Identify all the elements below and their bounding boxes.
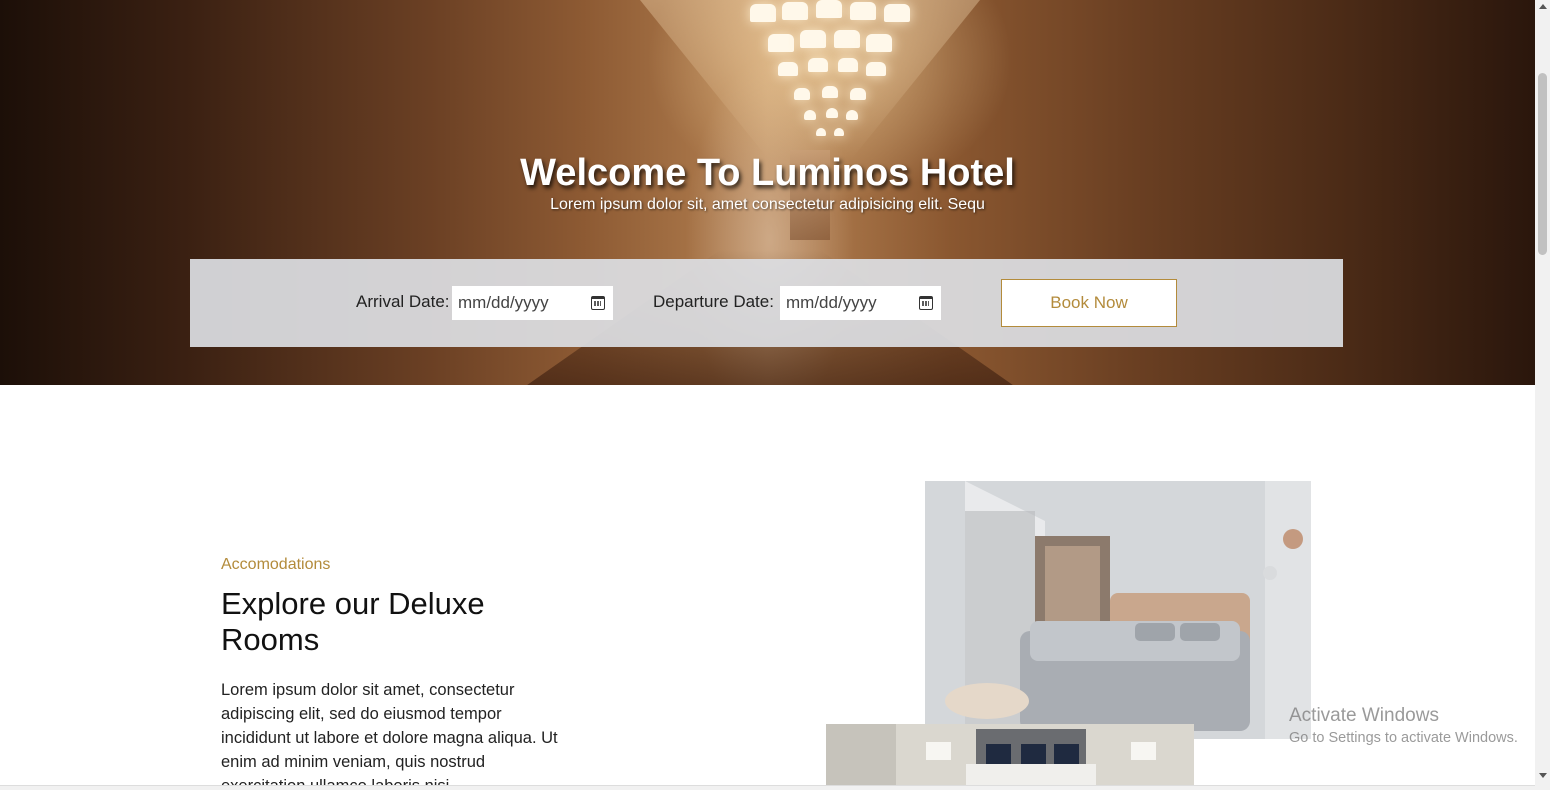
scroll-up-icon[interactable] <box>1539 4 1547 9</box>
departure-date-placeholder: mm/dd/yyyy <box>786 293 877 312</box>
arrival-date-input[interactable]: mm/dd/yyyy <box>452 286 613 320</box>
departure-date-input[interactable]: mm/dd/yyyy <box>780 286 941 320</box>
section-eyebrow: Accomodations <box>221 556 331 573</box>
chandelier-image <box>750 0 910 160</box>
book-now-button[interactable]: Book Now <box>1001 279 1177 327</box>
section-body: Lorem ipsum dolor sit amet, consectetur … <box>221 681 558 790</box>
hero-title: Welcome To Luminos Hotel <box>520 152 1015 194</box>
horizontal-scrollbar[interactable] <box>0 785 1535 790</box>
hero-banner: Welcome To Luminos Hotel Lorem ipsum dol… <box>0 0 1535 385</box>
room-photo <box>925 481 1311 739</box>
departure-date-label: Departure Date: <box>653 292 774 311</box>
booking-form: Arrival Date: mm/dd/yyyy Departure Date:… <box>190 259 1343 347</box>
scrollbar-thumb[interactable] <box>1538 73 1547 255</box>
hero-subtitle: Lorem ipsum dolor sit, amet consectetur … <box>550 196 985 213</box>
scroll-down-icon[interactable] <box>1539 773 1547 778</box>
vertical-scrollbar[interactable] <box>1535 0 1550 790</box>
section-title: Explore our Deluxe Rooms <box>221 586 485 657</box>
windows-activation-hint: Go to Settings to activate Windows. <box>1289 730 1518 746</box>
windows-activation-watermark: Activate Windows <box>1289 705 1439 726</box>
calendar-icon[interactable] <box>919 296 933 310</box>
arrival-date-placeholder: mm/dd/yyyy <box>458 293 549 312</box>
room-photo <box>826 724 1194 786</box>
calendar-icon[interactable] <box>591 296 605 310</box>
arrival-date-label: Arrival Date: <box>356 292 450 311</box>
